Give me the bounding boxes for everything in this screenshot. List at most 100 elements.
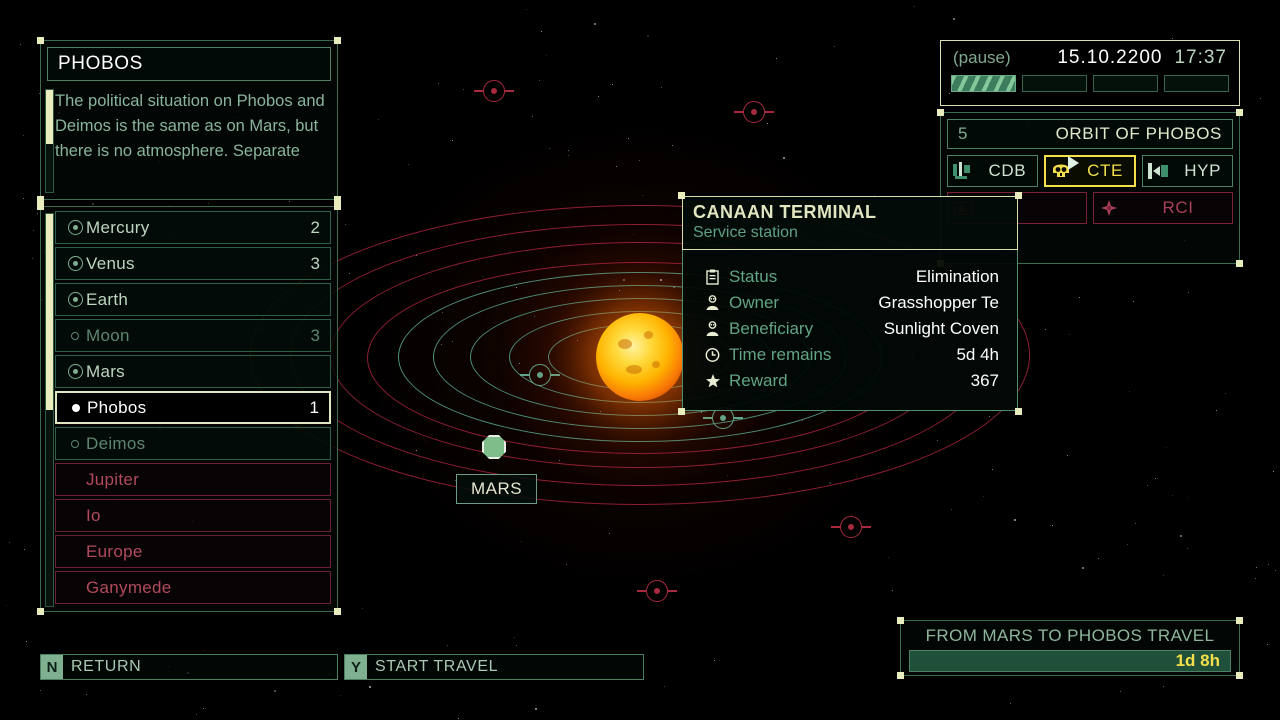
faction-button-hyp[interactable]: HYP [1142, 155, 1234, 187]
corner-marker [37, 37, 44, 44]
list-item-label: Earth [86, 289, 129, 309]
corner-marker [334, 608, 341, 615]
hotkey-key: Y [345, 655, 367, 679]
list-item-venus[interactable]: Venus 3 [55, 247, 331, 280]
travel-info-panel: FROM MARS TO PHOBOS TRAVEL 1d 8h [897, 617, 1243, 679]
list-item-label: Mercury [86, 217, 150, 237]
rci-emblem-icon [1094, 193, 1124, 223]
game-speed-bars[interactable] [941, 75, 1239, 92]
list-item-label: Mars [86, 361, 125, 381]
terminal-row: Beneficiary Sunlight Coven [705, 316, 999, 342]
corner-marker [897, 617, 904, 624]
game-time: 17:37 [1174, 47, 1227, 68]
moon-icon [65, 403, 87, 412]
corner-marker [1015, 408, 1022, 415]
corner-marker [897, 672, 904, 679]
terminal-subtitle: Service station [693, 224, 798, 241]
corner-marker [1236, 617, 1243, 624]
list-item-mercury[interactable]: Mercury 2 [55, 211, 331, 244]
corner-marker [334, 203, 341, 210]
page-title: PHOBOS [58, 53, 143, 74]
corner-marker [1015, 192, 1022, 199]
faction-button-cte[interactable]: CTE [1043, 155, 1137, 187]
moon-icon [64, 331, 86, 340]
terminal-row-value: 5d 4h [956, 345, 999, 364]
clock-icon [705, 347, 729, 363]
hotkey-key: N [41, 655, 63, 679]
clipboard-icon [705, 269, 729, 285]
travel-route-label: FROM MARS TO PHOBOS TRAVEL [925, 626, 1215, 645]
description-title-box: PHOBOS [47, 47, 331, 81]
list-scrollbar[interactable] [45, 213, 54, 607]
terminal-row-label: Beneficiary [729, 319, 814, 338]
speed-segment-2[interactable] [1022, 75, 1087, 92]
list-item-phobos[interactable]: Phobos 1 [55, 391, 331, 424]
terminal-row: Status Elimination [705, 264, 999, 290]
corner-marker [1236, 109, 1243, 116]
hotkey-label: RETURN [71, 658, 142, 675]
list-item-deimos[interactable]: Deimos [55, 427, 331, 460]
list-item-jupiter: Jupiter [55, 463, 331, 496]
planet-icon [64, 220, 86, 235]
faction-label: HYP [1184, 161, 1222, 180]
faction-row-primary[interactable]: CDB CTE HYP [947, 155, 1234, 187]
faction-label: CTE [1087, 161, 1123, 180]
corner-marker [334, 37, 341, 44]
planet-icon [64, 364, 86, 379]
orbit-number: 5 [958, 124, 968, 143]
planet-icon [64, 256, 86, 271]
hyp-emblem-icon [1143, 156, 1173, 186]
scrollbar-thumb[interactable] [46, 90, 53, 144]
terminal-row-label: Owner [729, 293, 780, 312]
list-item-count: 3 [310, 253, 320, 273]
person-icon [705, 321, 729, 337]
start-travel-button[interactable]: Y START TRAVEL [344, 654, 644, 680]
terminal-row: Time remains 5d 4h [705, 342, 999, 368]
terminal-row-label: Reward [729, 371, 788, 390]
list-item-count: 1 [309, 397, 319, 417]
terminal-row: Reward 367 [705, 368, 999, 394]
list-item-moon[interactable]: Moon 3 [55, 319, 331, 352]
faction-button-rci[interactable]: RCI [1093, 192, 1233, 224]
faction-label: RCI [1162, 198, 1194, 217]
speed-segment-4[interactable] [1164, 75, 1229, 92]
scrollbar-thumb[interactable] [46, 214, 53, 410]
speed-segment-1[interactable] [951, 75, 1016, 92]
faction-label: CDB [988, 161, 1027, 180]
terminal-detail-rows: Status Elimination Owner Grasshopper Te Bene… [682, 250, 1018, 411]
list-item-europe: Europe [55, 535, 331, 568]
celestial-body-list[interactable]: Mercury 2 Venus 3 Earth Moon 3 Mars Phobos 1 Deimo… [55, 211, 331, 607]
list-item-mars[interactable]: Mars [55, 355, 331, 388]
person-icon [705, 295, 729, 311]
terminal-header: CANAAN TERMINAL Service station [682, 196, 1018, 250]
travel-duration-bar: 1d 8h [909, 650, 1231, 672]
corner-marker [37, 203, 44, 210]
clock-panel: (pause) 15.10.2200 17:37 [940, 40, 1240, 106]
celestial-body-list-panel: Mercury 2 Venus 3 Earth Moon 3 Mars Phobos 1 Deimo… [37, 203, 341, 615]
list-item-count: 2 [310, 217, 320, 237]
corner-marker [37, 196, 44, 203]
corner-marker [1236, 672, 1243, 679]
travel-duration: 1d 8h [1175, 651, 1220, 670]
mars-body-marker[interactable] [482, 435, 506, 459]
speed-segment-3[interactable] [1093, 75, 1158, 92]
terminal-row-value: Grasshopper Te [878, 293, 999, 312]
moon-icon [64, 439, 86, 448]
hotkey-label: START TRAVEL [375, 658, 499, 675]
corner-marker [334, 196, 341, 203]
current-orbit-box[interactable]: 5 ORBIT OF PHOBOS [947, 119, 1233, 149]
corner-marker [678, 192, 685, 199]
description-scrollbar[interactable] [45, 89, 54, 193]
sun [596, 313, 684, 401]
terminal-row-label: Time remains [729, 345, 832, 364]
terminal-title: CANAAN TERMINAL [693, 202, 877, 222]
return-button[interactable]: N RETURN [40, 654, 338, 680]
mars-label: MARS [456, 474, 538, 504]
list-item-label: Phobos [87, 397, 147, 417]
list-item-earth[interactable]: Earth [55, 283, 331, 316]
faction-button-cdb[interactable]: CDB [947, 155, 1038, 187]
pause-indicator: (pause) [953, 48, 1011, 67]
list-item-io: Io [55, 499, 331, 532]
mouse-cursor-icon [1068, 156, 1079, 170]
list-item-label: Io [86, 505, 101, 525]
